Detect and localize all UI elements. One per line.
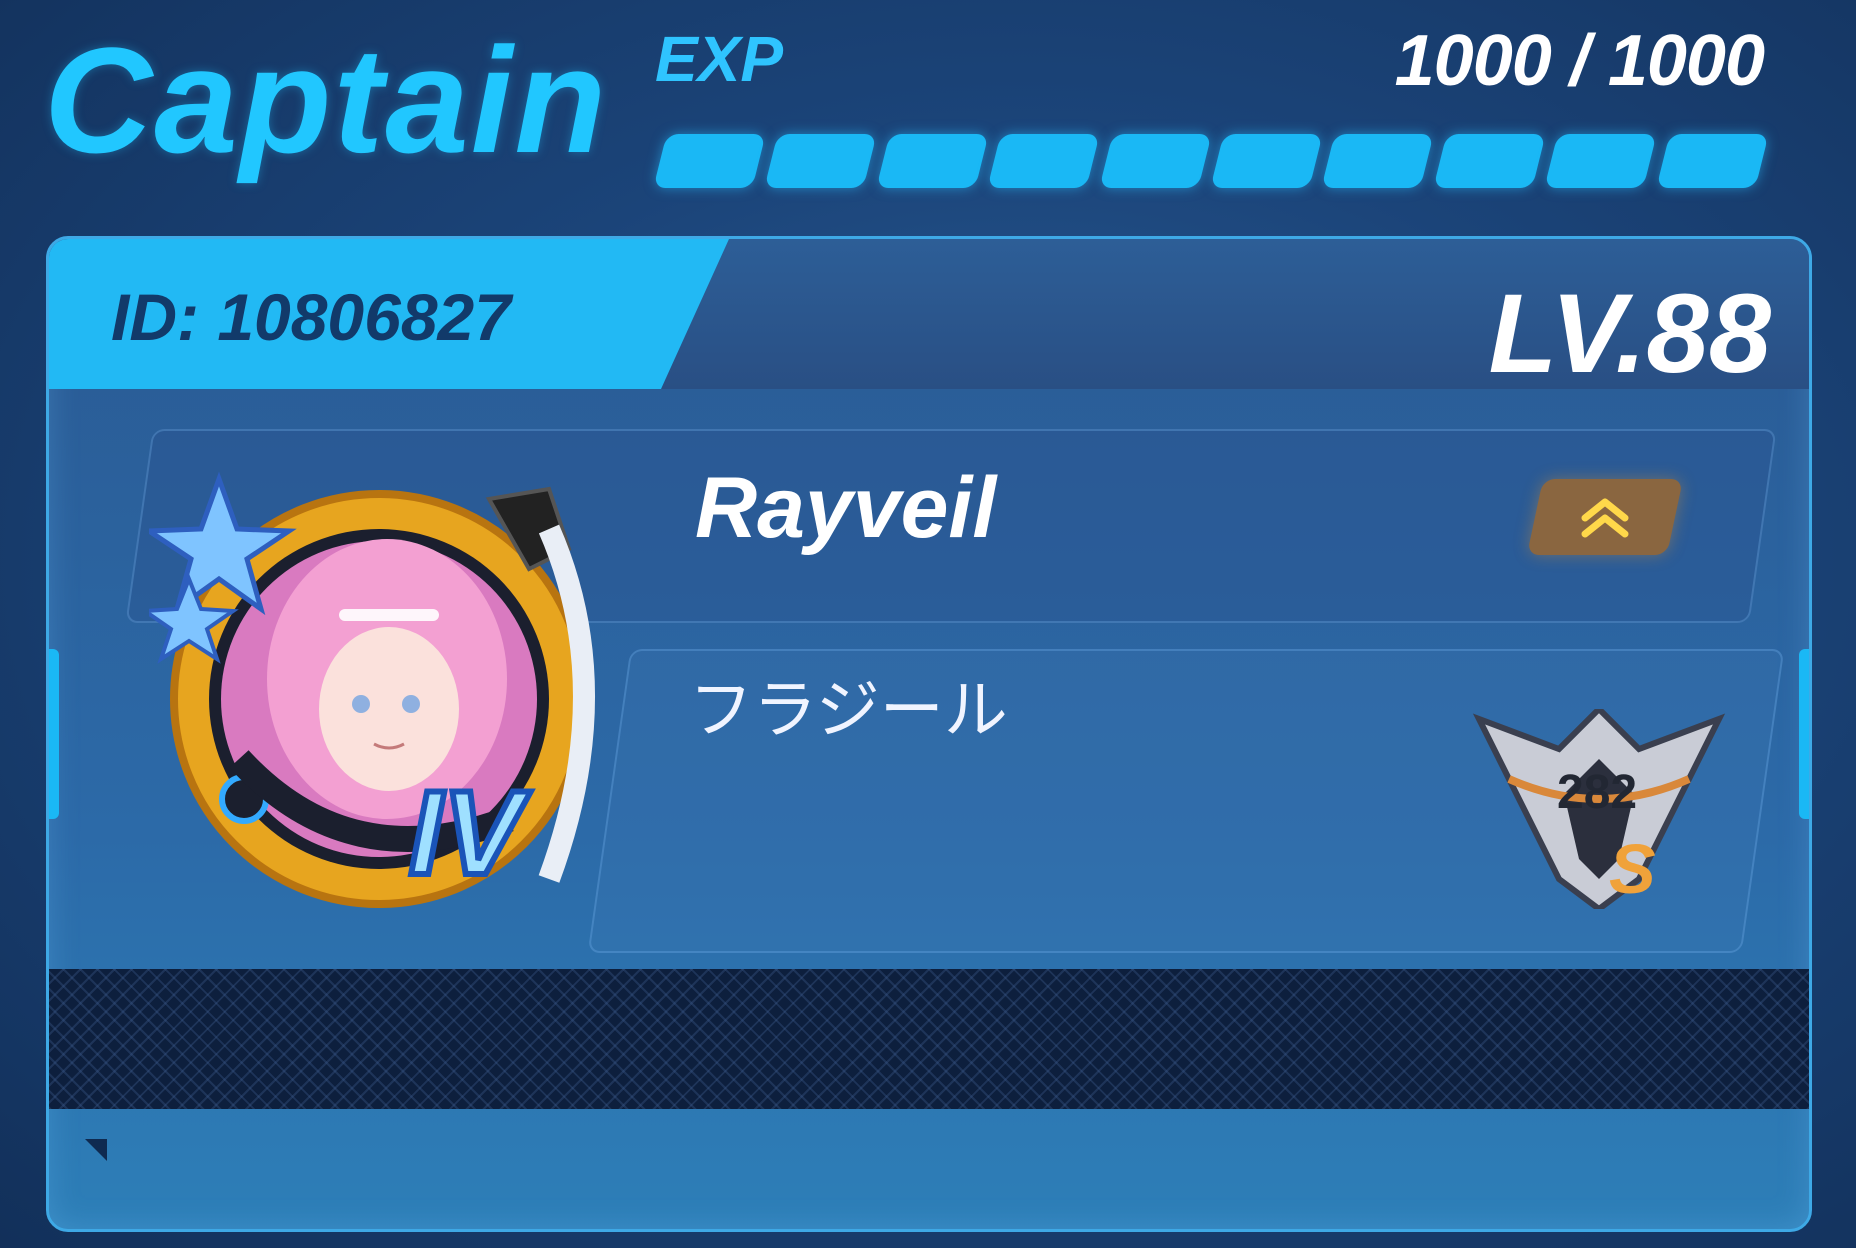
exp-segment — [1544, 134, 1658, 188]
exp-progress-bar — [653, 134, 1769, 188]
corner-triangle-icon — [85, 1139, 107, 1161]
exp-segment — [987, 134, 1101, 188]
exp-segment — [653, 134, 767, 188]
player-id: ID: 10806827 — [111, 280, 511, 354]
double-chevron-up-icon — [1581, 498, 1629, 538]
left-edge-tab — [49, 649, 59, 819]
captain-title: Captain — [44, 16, 609, 184]
player-level: LV.88 — [1488, 271, 1771, 396]
player-name[interactable]: Rayveil — [695, 459, 996, 558]
avatar-frame[interactable] — [149, 459, 609, 919]
exp-segment — [1210, 134, 1324, 188]
exp-segment — [1433, 134, 1546, 188]
badge-grade: S — [1609, 830, 1656, 908]
right-edge-tab — [1799, 649, 1809, 819]
exp-segment — [876, 134, 989, 188]
exp-segment — [1098, 134, 1212, 188]
exp-segment — [764, 134, 878, 188]
exp-label: EXP — [655, 23, 784, 95]
avatar-rank: IV — [406, 763, 525, 903]
badge-number: 282 — [1557, 766, 1638, 819]
hex-pattern-band — [49, 969, 1809, 1109]
exp-segment — [1655, 134, 1769, 188]
exp-count: 1000 / 1000 — [1394, 21, 1765, 101]
captain-profile-card: ID: 10806827 LV.88 Rayveil フラジール IV 282 — [46, 236, 1812, 1232]
exp-segment — [1321, 134, 1435, 188]
player-signature: フラジール — [689, 674, 1008, 748]
rank-up-button[interactable] — [1526, 479, 1684, 555]
